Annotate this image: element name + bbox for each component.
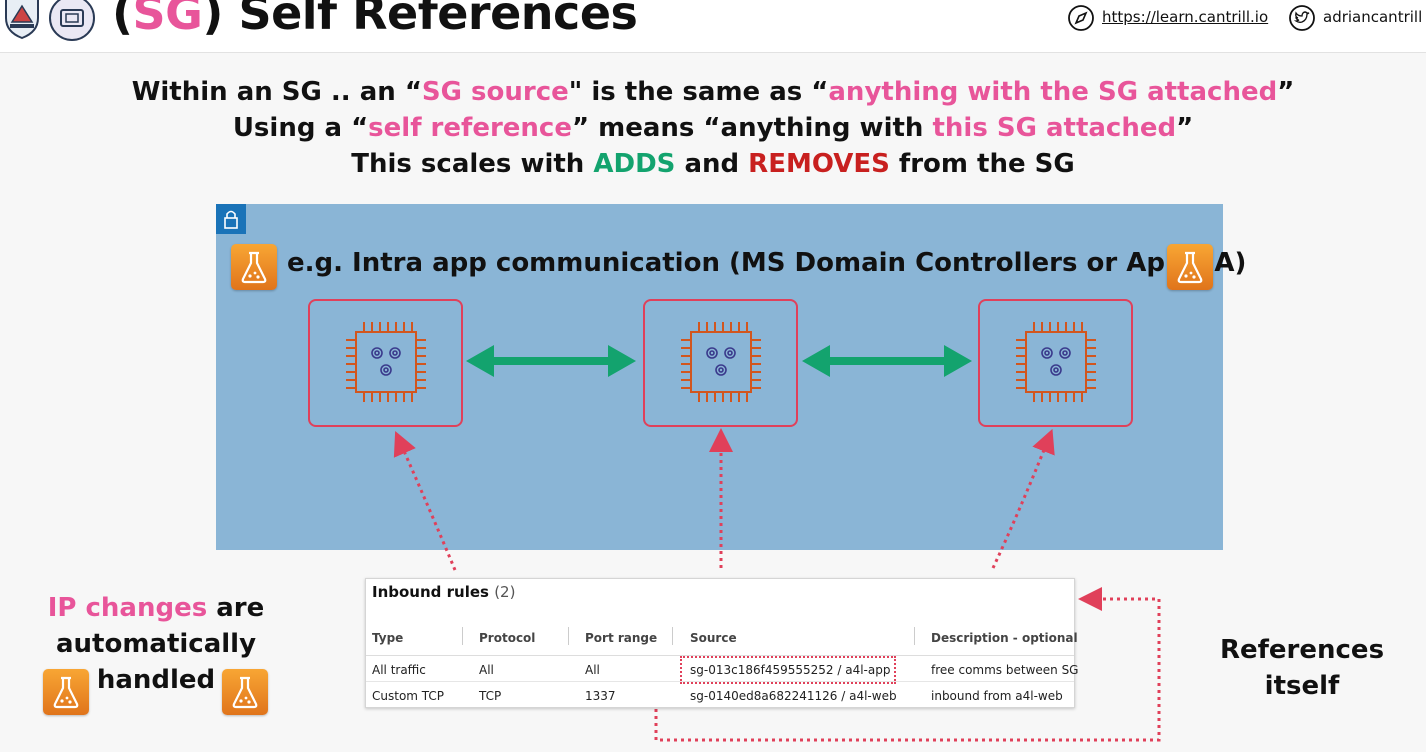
header-bar: (SG) Self References https://learn.cantr… [0,0,1426,53]
ec2-instance [978,299,1133,427]
column-header[interactable]: Port range [585,631,657,645]
lab-logo-icon [49,0,95,41]
flask-icon [222,669,268,715]
rule-port-range: 1337 [585,689,616,703]
ec2-chip-icon [1016,322,1096,402]
flask-icon [43,669,89,715]
site-link[interactable]: https://learn.cantrill.io [1102,8,1268,26]
column-divider [462,627,463,645]
twitter-handle[interactable]: adriancantrill [1323,8,1422,26]
headline-line-2: Using a “self reference” means “anything… [232,113,1194,143]
example-label: e.g. Intra app communication (MS Domain … [287,248,1247,278]
column-divider [568,627,569,645]
compass-icon [1068,5,1094,31]
ec2-instance [308,299,463,427]
references-itself-note: References itself [1219,635,1385,701]
column-divider [914,627,915,645]
inbound-rules-title: Inbound rules (2) [372,583,516,601]
rule-protocol: TCP [479,689,502,703]
rule-description: free comms between SG [931,663,1079,677]
ec2-instance [643,299,798,427]
inbound-rules-table: Inbound rules (2) Type Protocol Port ran… [365,578,1079,708]
rule-protocol: All [479,663,494,677]
column-header[interactable]: Description - optional [931,631,1078,645]
rule-description: inbound from a4l-web [931,689,1063,703]
self-source-highlight [680,656,896,684]
column-header[interactable]: Protocol [479,631,535,645]
headline-line-1: Within an SG .. an “SG source" is the sa… [131,77,1295,107]
column-divider [672,627,673,645]
rule-type: All traffic [372,663,426,677]
rule-source: sg-0140ed8a682241126 / a4l-web [690,689,897,703]
shield-logo-icon [5,0,39,40]
ec2-chip-icon [346,322,426,402]
headline-line-3: This scales with ADDS and REMOVES from t… [351,149,1075,179]
rule-port-range: All [585,663,600,677]
twitter-icon [1289,5,1315,31]
column-header[interactable]: Type [372,631,403,645]
rule-type: Custom TCP [372,689,445,703]
flask-icon [231,244,277,290]
page-title: (SG) Self References [112,0,638,40]
ec2-chip-icon [681,322,761,402]
flask-icon [1167,244,1213,290]
column-header[interactable]: Source [690,631,737,645]
lock-icon [216,204,246,234]
